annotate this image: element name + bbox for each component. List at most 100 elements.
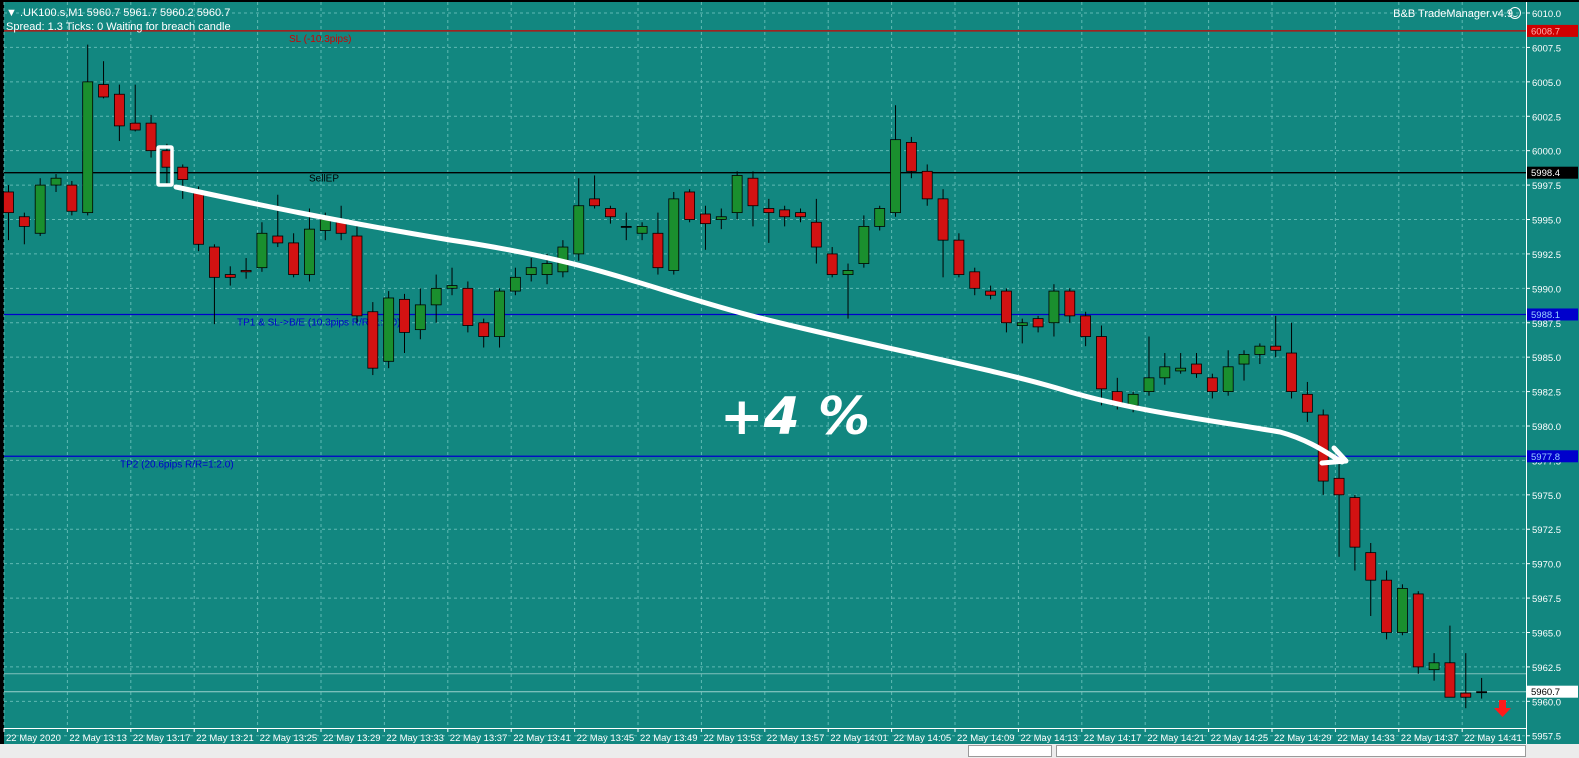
bull-candle xyxy=(715,216,727,220)
x-tick-label: 22 May 13:45 xyxy=(577,733,635,744)
bear-candle xyxy=(1365,552,1377,581)
bull-candle xyxy=(874,208,886,227)
y-tick-label: 6002.5 xyxy=(1532,112,1561,123)
scrollbar-thumb[interactable] xyxy=(1056,745,1526,757)
bear-candle xyxy=(1381,579,1392,633)
bear-candle xyxy=(462,287,474,326)
bull-candle xyxy=(383,297,395,362)
x-tick-label: 22 May 14:29 xyxy=(1274,733,1332,744)
bear-candle xyxy=(224,274,236,278)
bull-candle xyxy=(256,232,268,269)
price-tag-label: 5998.4 xyxy=(1531,168,1560,179)
bull-candle xyxy=(1254,345,1266,355)
bear-candle xyxy=(795,212,806,218)
y-tick-label: 5972.5 xyxy=(1532,525,1561,536)
x-tick-label: 22 May 13:37 xyxy=(450,733,508,744)
bear-candle xyxy=(113,93,125,127)
status-line: Spread: 1.3 Ticks: 0 Waiting for breach … xyxy=(6,21,231,33)
bull-candle xyxy=(573,205,585,255)
x-tick-label: 22 May 13:17 xyxy=(133,733,191,744)
x-tick-label: 22 May 14:37 xyxy=(1401,733,1459,744)
bull-candle xyxy=(1048,290,1060,324)
bull-candle xyxy=(509,276,521,292)
bear-candle xyxy=(779,209,791,218)
bull-candle xyxy=(494,290,505,337)
bear-candle xyxy=(1349,497,1361,548)
y-tick-label: 5967.5 xyxy=(1532,594,1561,605)
trade-manager-label: B&B TradeManager.v4.9 xyxy=(1393,8,1513,20)
bull-candle xyxy=(525,267,537,275)
bear-candle xyxy=(209,246,220,278)
bull-candle xyxy=(858,225,870,264)
bear-candle xyxy=(1096,336,1107,390)
bull-candle xyxy=(1175,367,1187,372)
candlestick-chart[interactable]: 6010.0 6007.5 6005.0 6002.5 6000.0 5997.5 5995… xyxy=(0,0,1579,758)
x-tick-label: 22 May 13:53 xyxy=(703,733,761,744)
x-tick-label: 22 May 14:13 xyxy=(1020,733,1078,744)
bear-candle xyxy=(589,198,600,207)
x-tick-label: 22 May 14:01 xyxy=(830,733,888,744)
x-tick-label: 22 May 14:17 xyxy=(1084,733,1142,744)
bear-candle xyxy=(1412,593,1424,668)
x-tick-label: 22 May 2020 xyxy=(6,733,61,744)
bear-candle xyxy=(98,84,109,98)
scrollbar-tab[interactable] xyxy=(968,745,1052,757)
bear-candle xyxy=(18,216,30,227)
bear-candle xyxy=(652,232,664,269)
y-tick-label: 6000.0 xyxy=(1532,147,1561,158)
bear-candle xyxy=(367,311,379,369)
bear-candle xyxy=(1206,377,1218,392)
bear-candle xyxy=(953,239,965,275)
bull-candle xyxy=(541,263,553,275)
y-tick-label: 5965.0 xyxy=(1532,628,1561,639)
x-tick-label: 22 May 13:13 xyxy=(69,733,127,744)
bear-candle xyxy=(905,142,917,172)
chart-window[interactable]: 6010.0 6007.5 6005.0 6002.5 6000.0 5997.5 5995… xyxy=(0,0,1579,758)
bid-tag-label: 5960.7 xyxy=(1531,687,1560,698)
bull-candle xyxy=(1159,366,1171,379)
x-tick-label: 22 May 13:25 xyxy=(260,733,318,744)
x-tick-label: 22 May 14:33 xyxy=(1337,733,1395,744)
bear-candle xyxy=(240,270,252,273)
y-tick-label: 5992.5 xyxy=(1532,250,1561,261)
y-tick-label: 5957.5 xyxy=(1532,732,1561,743)
y-tick-label: 5990.0 xyxy=(1532,284,1561,295)
bear-candle xyxy=(177,166,189,180)
bear-candle xyxy=(605,208,616,218)
bull-candle xyxy=(668,198,680,271)
y-tick-label: 5980.0 xyxy=(1532,422,1561,433)
bull-candle xyxy=(731,175,743,214)
bear-candle xyxy=(747,177,759,207)
y-tick-label: 5985.0 xyxy=(1532,353,1561,364)
bear-candle xyxy=(288,242,300,275)
price-tag-label: 5988.1 xyxy=(1531,310,1560,321)
bear-candle xyxy=(1460,692,1472,698)
bear-candle xyxy=(1001,290,1012,324)
bear-candle xyxy=(700,213,711,225)
bull-candle xyxy=(430,287,442,306)
bull-candle xyxy=(34,184,46,234)
bull-candle xyxy=(1127,393,1139,406)
bear-candle xyxy=(1064,290,1076,317)
x-tick-label: 22 May 13:21 xyxy=(196,733,254,744)
x-tick-label: 22 May 14:09 xyxy=(957,733,1015,744)
price-tag-label: 6008.7 xyxy=(1531,26,1560,37)
bear-candle xyxy=(985,290,996,296)
dropdown-triangle-icon[interactable]: ▼ xyxy=(6,7,17,19)
bull-candle xyxy=(842,270,854,275)
bear-candle xyxy=(937,198,949,241)
bull-candle xyxy=(50,177,62,186)
bear-candle xyxy=(129,122,141,131)
bear-candle xyxy=(1270,345,1282,351)
y-tick-label: 5982.5 xyxy=(1532,388,1561,399)
y-tick-label: 5960.0 xyxy=(1532,697,1561,708)
bear-candle xyxy=(1301,393,1313,413)
x-tick-label: 22 May 13:57 xyxy=(767,733,825,744)
y-tick-label: 5997.5 xyxy=(1532,181,1561,192)
bull-candle xyxy=(414,304,426,331)
symbol-ohlc: .UK100.s,M1 5960.7 5961.7 5960.2 5960.7 xyxy=(19,7,231,19)
bull-candle xyxy=(1238,354,1250,365)
y-tick-label: 6005.0 xyxy=(1532,78,1561,89)
smiley-icon xyxy=(1509,7,1521,19)
bear-candle xyxy=(1191,363,1202,375)
